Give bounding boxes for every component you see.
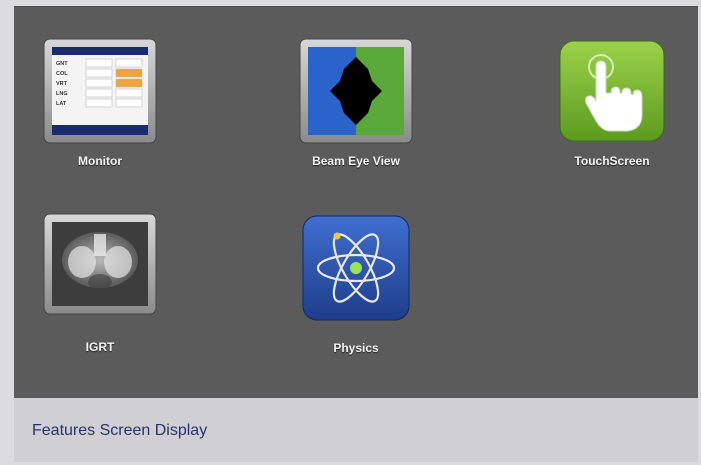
monitor-row-label: COL: [56, 71, 68, 77]
figure-frame: GNT COL VRT LNG LAT Monitor Beam Eye Vie…: [0, 0, 701, 465]
monitor-row-label: LNG: [56, 91, 68, 97]
beam-eye-view-label: Beam Eye View: [312, 154, 400, 168]
monitor-row-label: LAT: [56, 101, 67, 107]
touchscreen-label: TouchScreen: [574, 154, 650, 168]
caption-bar: Features Screen Display: [14, 398, 698, 462]
beam-eye-view-icon: [296, 37, 416, 147]
touchscreen-hand-icon: [552, 37, 672, 147]
monitor-row-label: GNT: [56, 61, 68, 67]
monitor-icon: GNT COL VRT LNG LAT: [40, 37, 160, 147]
monitor-tile[interactable]: GNT COL VRT LNG LAT Monitor: [40, 37, 160, 187]
figure-caption: Features Screen Display: [32, 422, 208, 439]
physics-label: Physics: [333, 341, 379, 355]
igrt-xray-icon: [40, 212, 160, 322]
physics-atom-icon: [296, 212, 416, 322]
igrt-label: IGRT: [85, 340, 115, 354]
igrt-tile[interactable]: IGRT: [40, 212, 160, 362]
beam-eye-view-tile[interactable]: Beam Eye View: [296, 37, 416, 187]
features-screen: GNT COL VRT LNG LAT Monitor Beam Eye Vie…: [14, 6, 698, 399]
touchscreen-tile[interactable]: TouchScreen: [552, 37, 672, 187]
monitor-row-label: VRT: [56, 81, 68, 87]
monitor-label: Monitor: [78, 154, 122, 168]
physics-tile[interactable]: Physics: [296, 212, 416, 362]
